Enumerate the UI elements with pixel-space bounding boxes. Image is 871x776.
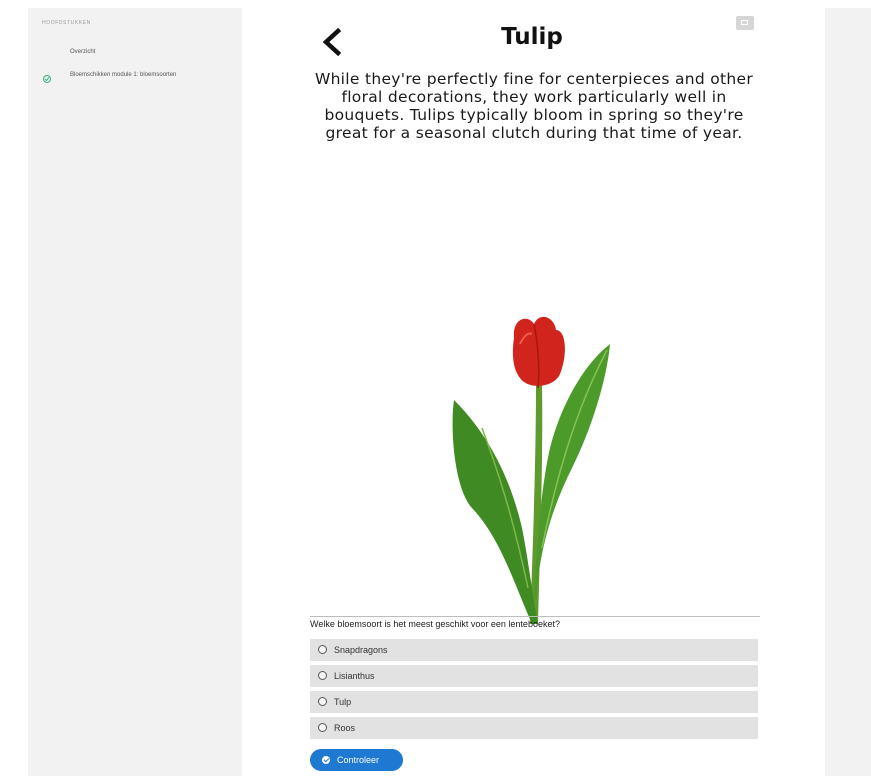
check-icon [322, 756, 330, 764]
lesson-intro: While they're perfectly fine for centerp… [314, 70, 754, 142]
quiz-option-label: Tulp [334, 697, 352, 707]
submit-button-label: Controleer [337, 755, 380, 765]
back-button[interactable] [320, 27, 344, 57]
quiz-option-label: Lisianthus [334, 671, 375, 681]
quiz-option-label: Roos [334, 723, 356, 733]
submit-button[interactable]: Controleer [310, 749, 403, 771]
check-circle-icon [43, 75, 51, 83]
tulip-image [452, 316, 610, 624]
radio-icon[interactable] [318, 697, 327, 706]
sidebar-item-overview[interactable]: Overzicht [70, 48, 220, 56]
sidebar-heading: HOOFDSTUKKEN [42, 20, 91, 26]
left-margin [0, 0, 28, 776]
fullscreen-icon[interactable] [736, 16, 754, 30]
quiz-option[interactable]: Roos [310, 717, 758, 739]
quiz-option[interactable]: Tulp [310, 691, 758, 713]
quiz-question: Welke bloemsoort is het meest geschikt v… [310, 616, 760, 629]
radio-icon[interactable] [318, 723, 327, 732]
sidebar: HOOFDSTUKKEN Overzicht Bloemschikken mod… [28, 8, 242, 776]
page-title: Tulip [501, 24, 563, 50]
quiz-option[interactable]: Snapdragons [310, 639, 758, 661]
radio-icon[interactable] [318, 671, 327, 680]
chevron-left-icon [322, 27, 342, 57]
radio-icon[interactable] [318, 645, 327, 654]
right-panel [825, 8, 871, 776]
sidebar-item-module-1[interactable]: Bloemschikken module 1: bloemsoorten [70, 71, 220, 79]
quiz-option[interactable]: Lisianthus [310, 665, 758, 687]
lesson-content: Tulip While they're perfectly fine for c… [242, 8, 825, 776]
quiz-option-label: Snapdragons [334, 645, 388, 655]
